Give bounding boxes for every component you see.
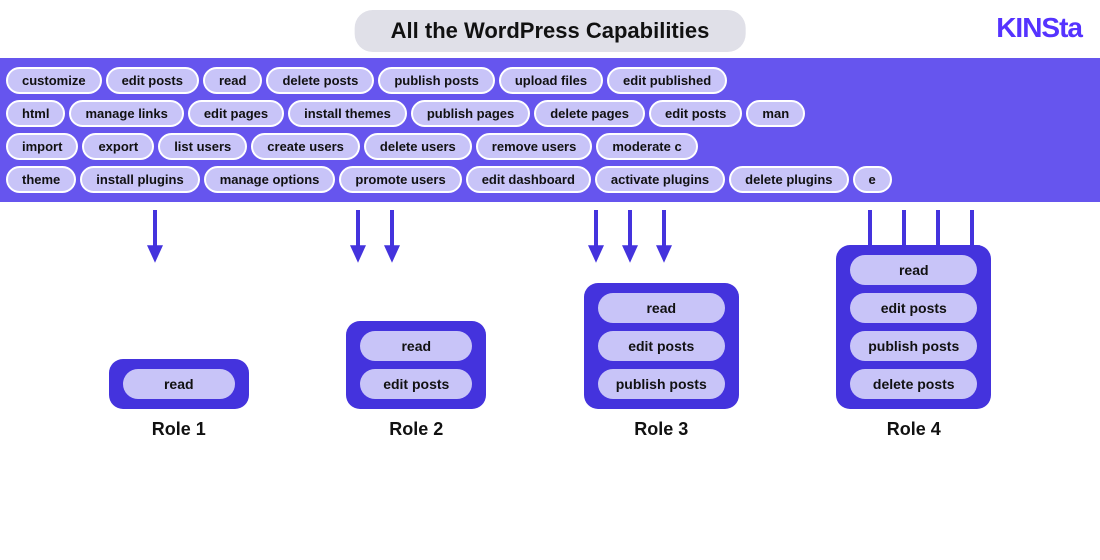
cap-delete-pages: delete pages [534,100,645,127]
cap-create-users: create users [251,133,360,160]
cap-manage-links: manage links [69,100,183,127]
role-3-cap-edit-posts: edit posts [598,331,725,361]
cap-edit-posts-r1: edit posts [106,67,199,94]
cap-read-r1: read [203,67,262,94]
role-2-box: read edit posts [346,321,486,409]
cap-upload-files: upload files [499,67,603,94]
role-3-label: Role 3 [634,419,688,440]
role-3-cap-publish-posts: publish posts [598,369,725,399]
cap-customize: customize [6,67,102,94]
roles-section: read Role 1 read edit posts Role 2 read … [0,245,1100,440]
cap-promote-users: promote users [339,166,461,193]
role-4-column: read edit posts publish posts delete pos… [836,245,991,440]
cap-edit-dashboard: edit dashboard [466,166,591,193]
role-1-column: read Role 1 [109,359,249,440]
cap-edit-pages: edit pages [188,100,284,127]
role-4-cap-read: read [850,255,977,285]
role-1-box: read [109,359,249,409]
capability-row-3: import export list users create users de… [0,130,1100,163]
role-2-cap-edit-posts: edit posts [360,369,472,399]
role-1-label: Role 1 [152,419,206,440]
kinsta-logo: KINSta [996,12,1082,44]
cap-moderate-c: moderate c [596,133,697,160]
capabilities-banner: customize edit posts read delete posts p… [0,58,1100,202]
capability-row-2: html manage links edit pages install the… [0,97,1100,130]
role-3-column: read edit posts publish posts Role 3 [584,283,739,440]
role-4-box: read edit posts publish posts delete pos… [836,245,991,409]
cap-publish-pages: publish pages [411,100,530,127]
role-2-column: read edit posts Role 2 [346,321,486,440]
role-2-cap-read: read [360,331,472,361]
cap-edit-posts-r2: edit posts [649,100,742,127]
cap-delete-plugins: delete plugins [729,166,848,193]
role-1-cap-read: read [123,369,235,399]
cap-list-users: list users [158,133,247,160]
cap-e: e [853,166,892,193]
cap-install-themes: install themes [288,100,407,127]
role-4-cap-publish-posts: publish posts [850,331,977,361]
role-4-cap-delete-posts: delete posts [850,369,977,399]
capability-row-4: theme install plugins manage options pro… [0,163,1100,196]
cap-theme: theme [6,166,76,193]
main-title: All the WordPress Capabilities [355,10,746,52]
cap-activate-plugins: activate plugins [595,166,725,193]
cap-html: html [6,100,65,127]
role-4-label: Role 4 [887,419,941,440]
capability-row-1: customize edit posts read delete posts p… [0,64,1100,97]
cap-publish-posts: publish posts [378,67,495,94]
cap-install-plugins: install plugins [80,166,199,193]
cap-import: import [6,133,78,160]
cap-delete-posts: delete posts [266,67,374,94]
role-2-label: Role 2 [389,419,443,440]
role-4-cap-edit-posts: edit posts [850,293,977,323]
cap-man: man [746,100,805,127]
cap-export: export [82,133,154,160]
cap-delete-users: delete users [364,133,472,160]
cap-edit-published: edit published [607,67,727,94]
cap-remove-users: remove users [476,133,593,160]
role-3-cap-read: read [598,293,725,323]
cap-manage-options: manage options [204,166,336,193]
role-3-box: read edit posts publish posts [584,283,739,409]
